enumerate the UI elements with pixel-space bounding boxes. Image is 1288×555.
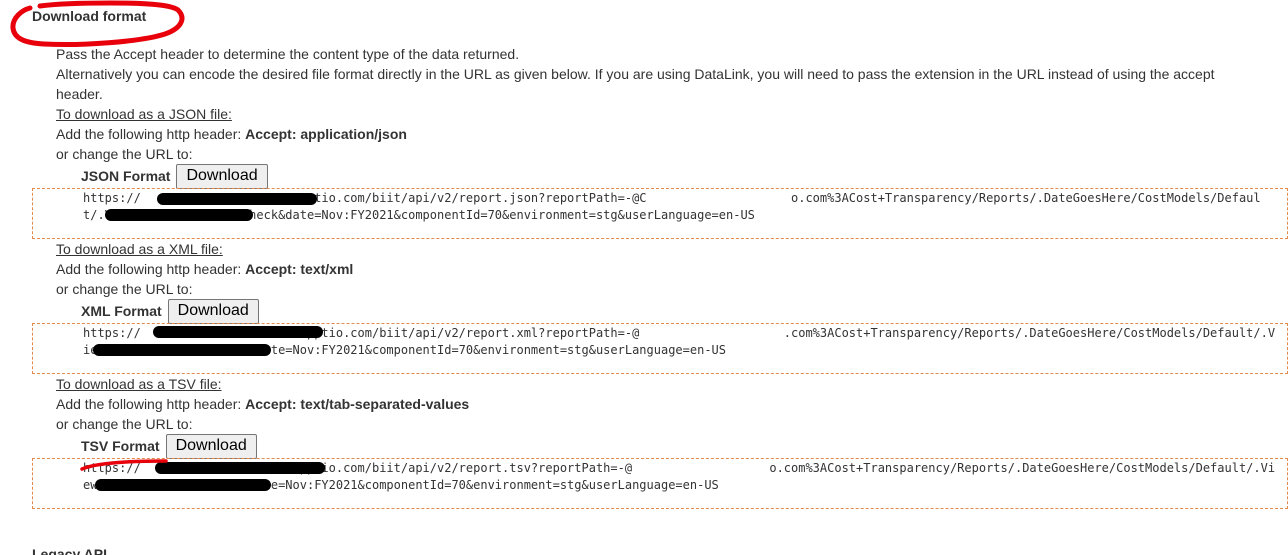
json-url-box: https:// .apptio.com/biit/api/v2/report.…: [32, 188, 1288, 239]
xml-download-button[interactable]: Download: [167, 298, 259, 324]
header-prefix: Add the following http header:: [56, 261, 246, 277]
xml-format-row: XML Format Download: [81, 298, 1288, 324]
intro-text-alternative: Alternatively you can encode the desired…: [56, 66, 1215, 102]
tsv-download-button[interactable]: Download: [165, 433, 257, 459]
redaction-mark: [155, 462, 325, 474]
intro-text: Pass the Accept header to determine the …: [56, 46, 520, 62]
json-download-button[interactable]: Download: [176, 163, 268, 189]
redaction-mark: [153, 326, 323, 338]
json-header-line: Add the following http header: Accept: a…: [56, 124, 1288, 144]
format-block-xml: To download as a XML file: Add the follo…: [32, 239, 1288, 374]
link-xml-download[interactable]: To download as a XML file:: [56, 241, 223, 257]
tsv-header-value: Accept: text/tab-separated-values: [245, 396, 470, 412]
xml-header-value: Accept: text/xml: [245, 261, 354, 277]
tsv-format-label: TSV Format: [81, 438, 160, 454]
redaction-mark: [105, 209, 253, 221]
xml-change-url-text: or change the URL to:: [56, 281, 193, 297]
section-title: Download format: [32, 8, 147, 24]
tsv-format-row: TSV Format Download: [81, 433, 1288, 459]
redaction-mark: [157, 193, 317, 205]
header-prefix: Add the following http header:: [56, 126, 246, 142]
json-change-url-text: or change the URL to:: [56, 146, 193, 162]
xml-header-line: Add the following http header: Accept: t…: [56, 259, 1288, 279]
download-format-content: Pass the Accept header to determine the …: [32, 44, 1288, 509]
link-tsv-download[interactable]: To download as a TSV file:: [56, 376, 222, 392]
redaction-mark: [95, 479, 271, 491]
header-prefix: Add the following http header:: [56, 396, 246, 412]
format-block-json: To download as a JSON file: Add the foll…: [32, 104, 1288, 239]
json-format-label: JSON Format: [81, 168, 171, 184]
tsv-change-url-text: or change the URL to:: [56, 416, 193, 432]
tsv-header-line: Add the following http header: Accept: t…: [56, 394, 1288, 414]
redaction-mark: [93, 344, 271, 356]
legacy-api-heading: Legacy API: [32, 546, 107, 555]
xml-format-label: XML Format: [81, 303, 162, 319]
json-header-value: Accept: application/json: [245, 126, 407, 142]
json-format-row: JSON Format Download: [81, 163, 1288, 189]
link-json-download[interactable]: To download as a JSON file:: [56, 106, 232, 122]
format-block-tsv: To download as a TSV file: Add the follo…: [32, 374, 1288, 509]
tsv-url-box: https:// .apptio.com/biit/api/v2/report.…: [32, 458, 1288, 509]
xml-url-box: https:// o.apptio.com/biit/api/v2/report…: [32, 323, 1288, 374]
